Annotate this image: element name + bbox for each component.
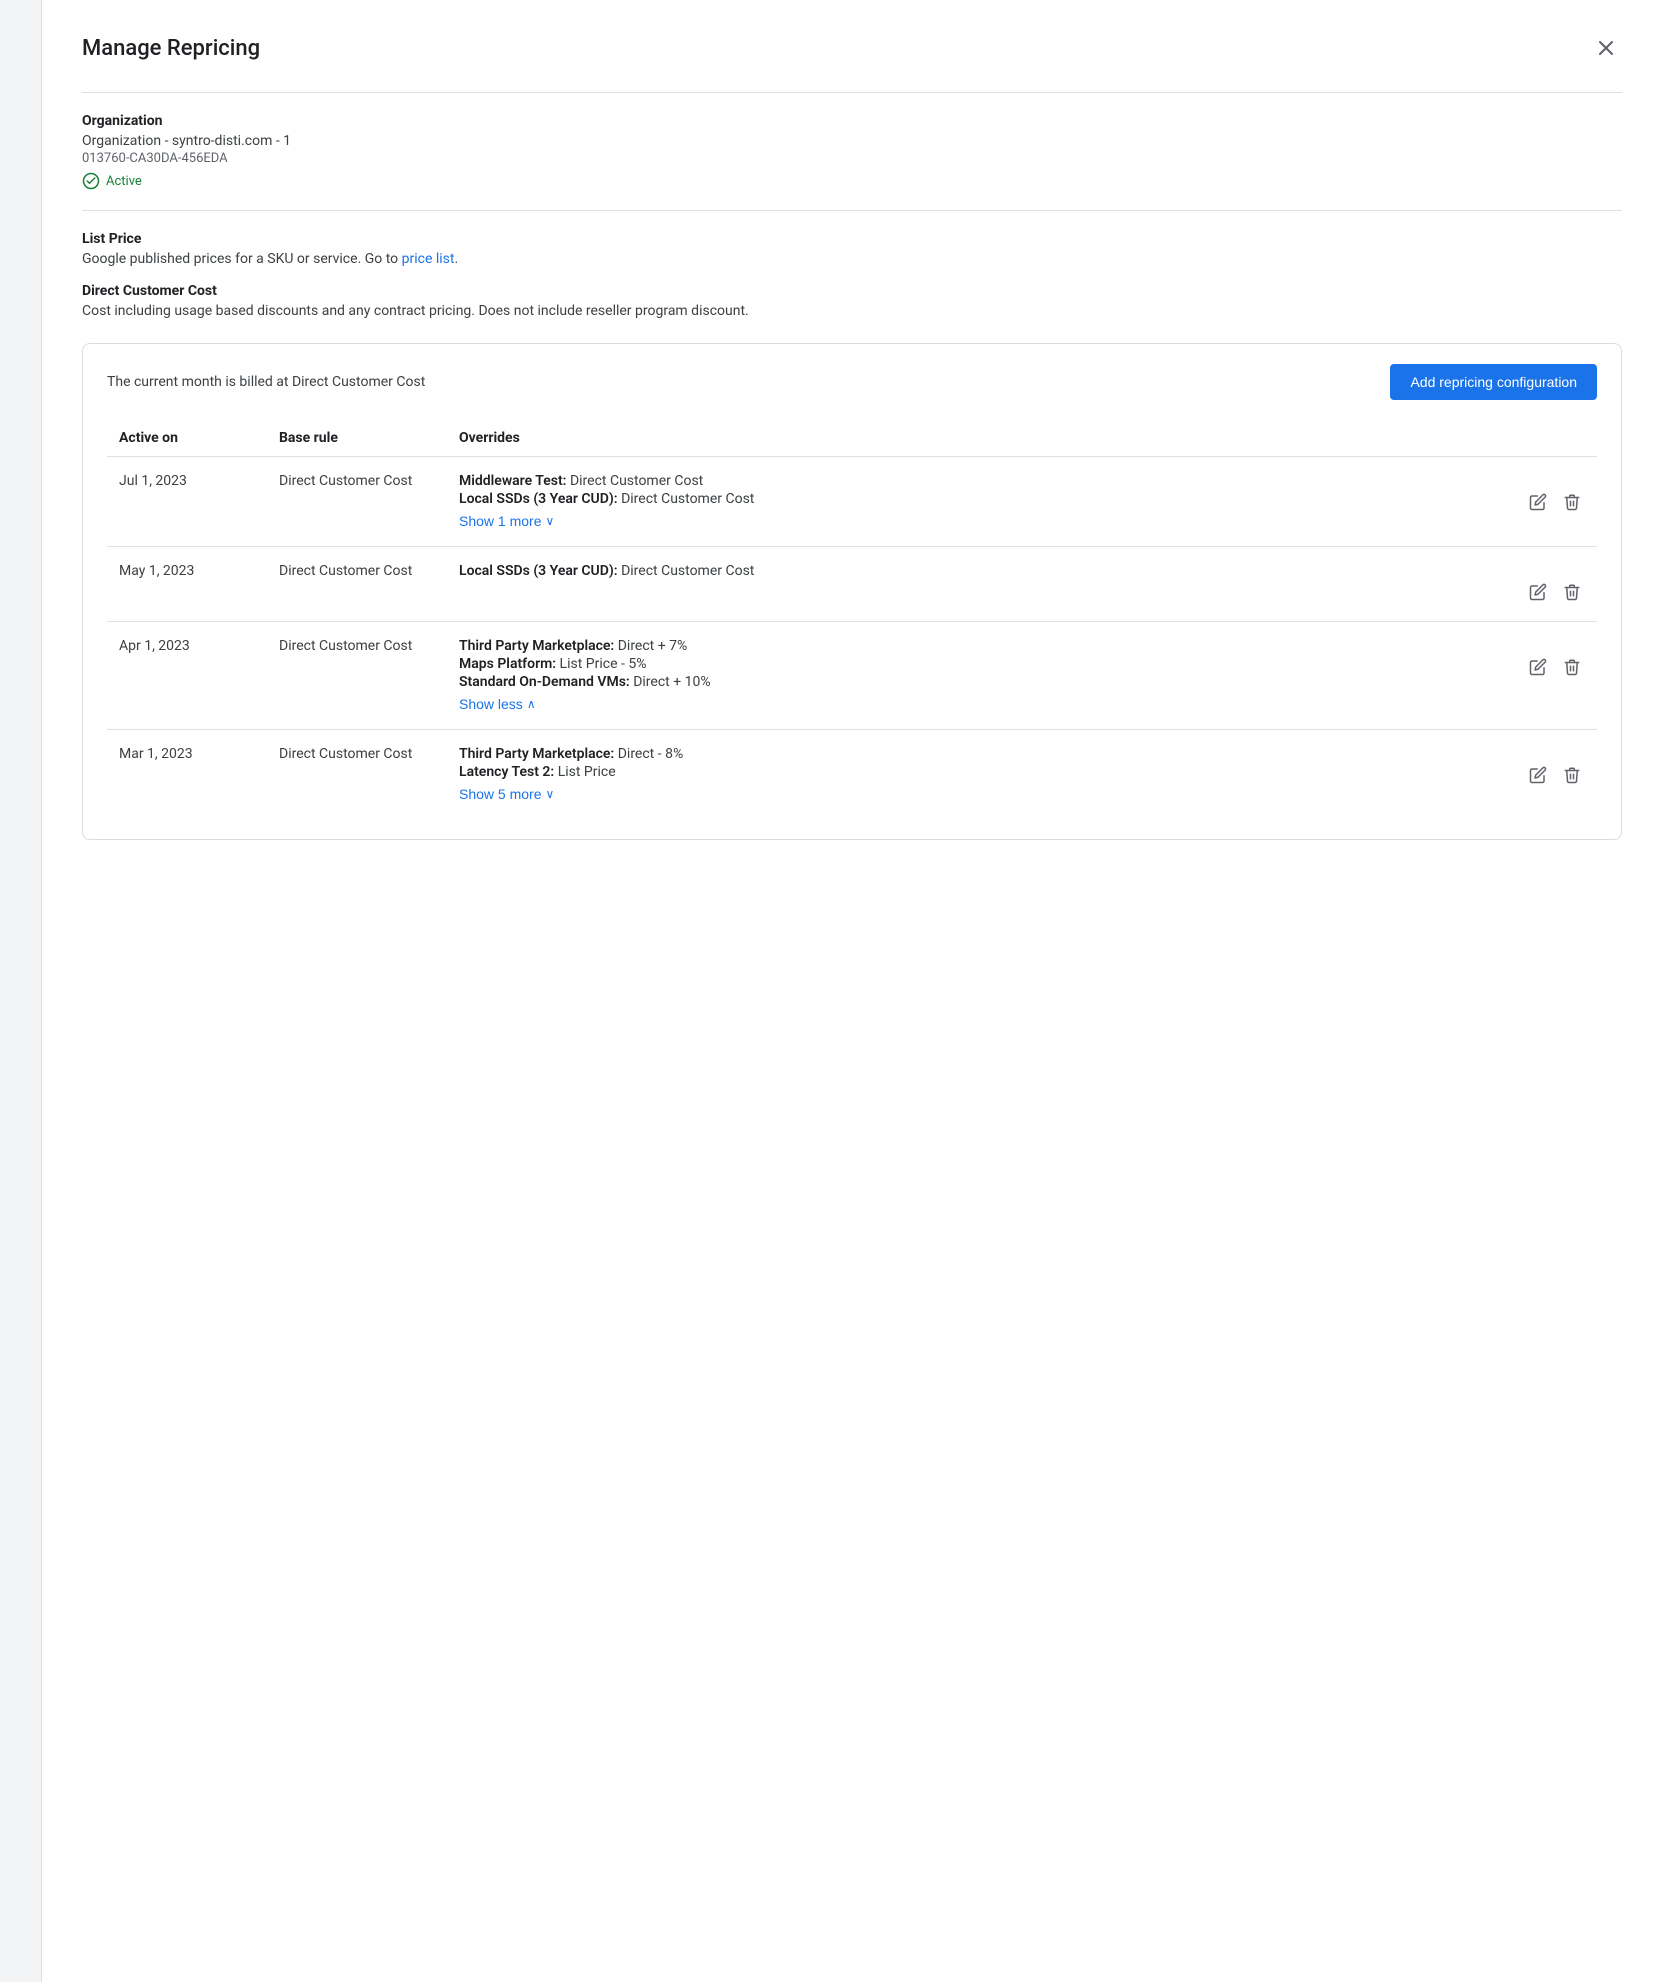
cell-overrides: Local SSDs (3 Year CUD): Direct Customer…: [447, 547, 1517, 622]
actions-container: [1525, 638, 1589, 680]
organization-label: Organization: [82, 113, 1622, 129]
cell-actions: [1517, 730, 1597, 820]
col-header-overrides: Overrides: [447, 420, 1517, 457]
show-more-button[interactable]: Show 5 more ∨: [459, 786, 554, 802]
list-price-section: List Price Google published prices for a…: [82, 231, 1622, 267]
cell-actions: [1517, 547, 1597, 622]
delete-button[interactable]: [1559, 654, 1585, 680]
close-icon: [1594, 36, 1618, 60]
billing-text: The current month is billed at Direct Cu…: [107, 374, 425, 390]
cell-active-on: Mar 1, 2023: [107, 730, 267, 820]
close-button[interactable]: [1590, 32, 1622, 64]
add-repricing-button[interactable]: Add repricing configuration: [1390, 364, 1597, 400]
override-item: Maps Platform: List Price - 5%: [459, 656, 1505, 672]
cell-base-rule: Direct Customer Cost: [267, 547, 447, 622]
organization-id: 013760-CA30DA-456EDA: [82, 151, 1622, 166]
organization-name: Organization - syntro-disti.com - 1: [82, 133, 1622, 149]
override-item: Local SSDs (3 Year CUD): Direct Customer…: [459, 563, 1505, 579]
trash-icon: [1563, 766, 1581, 784]
override-item: Latency Test 2: List Price: [459, 764, 1505, 780]
cell-base-rule: Direct Customer Cost: [267, 622, 447, 730]
cell-overrides: Middleware Test: Direct Customer Cost Loc…: [447, 457, 1517, 547]
show-less-button[interactable]: Show less ∧: [459, 696, 536, 712]
override-item: Middleware Test: Direct Customer Cost: [459, 473, 1505, 489]
modal-backdrop: Manage Repricing Organization Organizati…: [0, 0, 1662, 1982]
col-header-base-rule: Base rule: [267, 420, 447, 457]
cell-overrides: Third Party Marketplace: Direct + 7% Maps…: [447, 622, 1517, 730]
actions-container: [1525, 746, 1589, 788]
direct-cost-section: Direct Customer Cost Cost including usag…: [82, 283, 1622, 319]
trash-icon: [1563, 658, 1581, 676]
cell-actions: [1517, 457, 1597, 547]
sidebar: [0, 0, 42, 1982]
repricing-table: Active on Base rule Overrides Jul 1, 202…: [107, 420, 1597, 819]
edit-button[interactable]: [1525, 579, 1551, 605]
trash-icon: [1563, 493, 1581, 511]
table-row: Jul 1, 2023Direct Customer CostMiddlewar…: [107, 457, 1597, 547]
override-item: Third Party Marketplace: Direct - 8%: [459, 746, 1505, 762]
price-list-link[interactable]: price list: [402, 251, 455, 267]
list-price-description: Google published prices for a SKU or ser…: [82, 251, 1622, 267]
table-row: May 1, 2023Direct Customer Cost Local SSD…: [107, 547, 1597, 622]
override-item: Local SSDs (3 Year CUD): Direct Customer…: [459, 491, 1505, 507]
override-item: Standard On-Demand VMs: Direct + 10%: [459, 674, 1505, 690]
actions-container: [1525, 473, 1589, 515]
pencil-icon: [1529, 658, 1547, 676]
cell-active-on: May 1, 2023: [107, 547, 267, 622]
table-row: Mar 1, 2023Direct Customer CostThird Par…: [107, 730, 1597, 820]
edit-button[interactable]: [1525, 762, 1551, 788]
show-more-button[interactable]: Show 1 more ∨: [459, 513, 554, 529]
pencil-icon: [1529, 766, 1547, 784]
list-price-suffix: .: [454, 251, 458, 267]
active-label: Active: [106, 174, 142, 189]
cell-active-on: Apr 1, 2023: [107, 622, 267, 730]
check-circle-icon: [82, 172, 100, 190]
delete-button[interactable]: [1559, 489, 1585, 515]
active-badge: Active: [82, 172, 1622, 190]
cell-overrides: Third Party Marketplace: Direct - 8% Late…: [447, 730, 1517, 820]
edit-button[interactable]: [1525, 489, 1551, 515]
override-item: Third Party Marketplace: Direct + 7%: [459, 638, 1505, 654]
table-header: Active on Base rule Overrides: [107, 420, 1597, 457]
cell-actions: [1517, 622, 1597, 730]
actions-container: [1525, 563, 1589, 605]
pencil-icon: [1529, 493, 1547, 511]
list-price-label: List Price: [82, 231, 1622, 247]
pencil-icon: [1529, 583, 1547, 601]
billing-header: The current month is billed at Direct Cu…: [107, 364, 1597, 400]
org-divider: [82, 210, 1622, 211]
col-header-actions: [1517, 420, 1597, 457]
cell-base-rule: Direct Customer Cost: [267, 457, 447, 547]
delete-button[interactable]: [1559, 762, 1585, 788]
billing-box: The current month is billed at Direct Cu…: [82, 343, 1622, 840]
direct-cost-label: Direct Customer Cost: [82, 283, 1622, 299]
modal-title: Manage Repricing: [82, 36, 260, 61]
table-row: Apr 1, 2023Direct Customer CostThird Par…: [107, 622, 1597, 730]
col-header-active-on: Active on: [107, 420, 267, 457]
direct-cost-description: Cost including usage based discounts and…: [82, 303, 1622, 319]
cell-active-on: Jul 1, 2023: [107, 457, 267, 547]
organization-section: Organization Organization - syntro-disti…: [82, 113, 1622, 190]
table-body: Jul 1, 2023Direct Customer CostMiddlewar…: [107, 457, 1597, 820]
modal-header: Manage Repricing: [82, 32, 1622, 64]
table-header-row: Active on Base rule Overrides: [107, 420, 1597, 457]
cell-base-rule: Direct Customer Cost: [267, 730, 447, 820]
edit-button[interactable]: [1525, 654, 1551, 680]
header-divider: [82, 92, 1622, 93]
modal-panel: Manage Repricing Organization Organizati…: [42, 0, 1662, 1982]
trash-icon: [1563, 583, 1581, 601]
delete-button[interactable]: [1559, 579, 1585, 605]
list-price-text: Google published prices for a SKU or ser…: [82, 251, 402, 267]
